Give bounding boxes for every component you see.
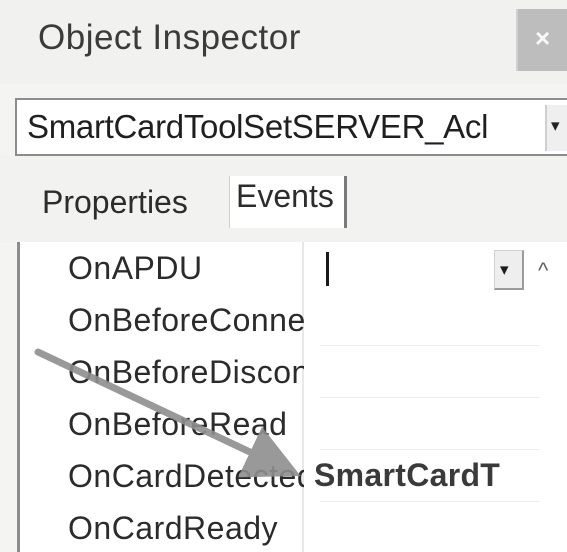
dropdown-arrow-icon: ▾ bbox=[500, 260, 509, 279]
tab-events[interactable]: Events bbox=[229, 176, 347, 228]
event-row-oncardready[interactable]: OnCardReady bbox=[20, 502, 567, 552]
close-button[interactable]: × bbox=[516, 9, 567, 71]
event-handler-value[interactable]: SmartCardT bbox=[314, 457, 500, 494]
title-bar: Object Inspector × bbox=[0, 0, 567, 84]
object-selector-value: SmartCardToolSetSERVER_Acl bbox=[27, 108, 489, 145]
event-row-onapdu[interactable]: OnAPDU ▾ bbox=[20, 242, 567, 294]
event-name[interactable]: OnCardReady bbox=[68, 510, 304, 547]
tab-strip: Properties Events bbox=[0, 156, 567, 242]
event-row-onbeforedisconnect[interactable]: OnBeforeDisconnect bbox=[20, 346, 567, 398]
event-row-onbeforeread[interactable]: OnBeforeRead bbox=[20, 398, 567, 450]
window-title: Object Inspector bbox=[38, 18, 301, 57]
event-name[interactable]: OnBeforeRead bbox=[68, 406, 304, 443]
text-caret bbox=[326, 252, 329, 286]
event-handler-dropdown-button[interactable]: ▾ bbox=[494, 250, 524, 290]
close-icon: × bbox=[535, 23, 551, 53]
dropdown-arrow-icon: ▾ bbox=[551, 116, 560, 135]
events-grid: OnAPDU ▾ OnBeforeConnect OnBeforeDisconn… bbox=[17, 242, 567, 552]
object-selector-dropdown-button[interactable]: ▾ bbox=[545, 105, 567, 151]
event-handler-editor[interactable]: ▾ bbox=[304, 242, 546, 294]
event-name[interactable]: OnBeforeConnect bbox=[68, 302, 304, 339]
event-row-onbeforeconnect[interactable]: OnBeforeConnect bbox=[20, 294, 567, 346]
event-name[interactable]: OnAPDU bbox=[68, 250, 304, 287]
event-name[interactable]: OnBeforeDisconnect bbox=[68, 354, 304, 391]
event-row-oncarddetected[interactable]: OnCardDetected SmartCardT bbox=[20, 450, 567, 502]
event-name[interactable]: OnCardDetected bbox=[68, 458, 304, 495]
scroll-up-icon[interactable]: ^ bbox=[538, 258, 548, 284]
object-selector[interactable]: SmartCardToolSetSERVER_Acl ▾ bbox=[15, 98, 567, 156]
tab-properties[interactable]: Properties bbox=[42, 184, 188, 221]
